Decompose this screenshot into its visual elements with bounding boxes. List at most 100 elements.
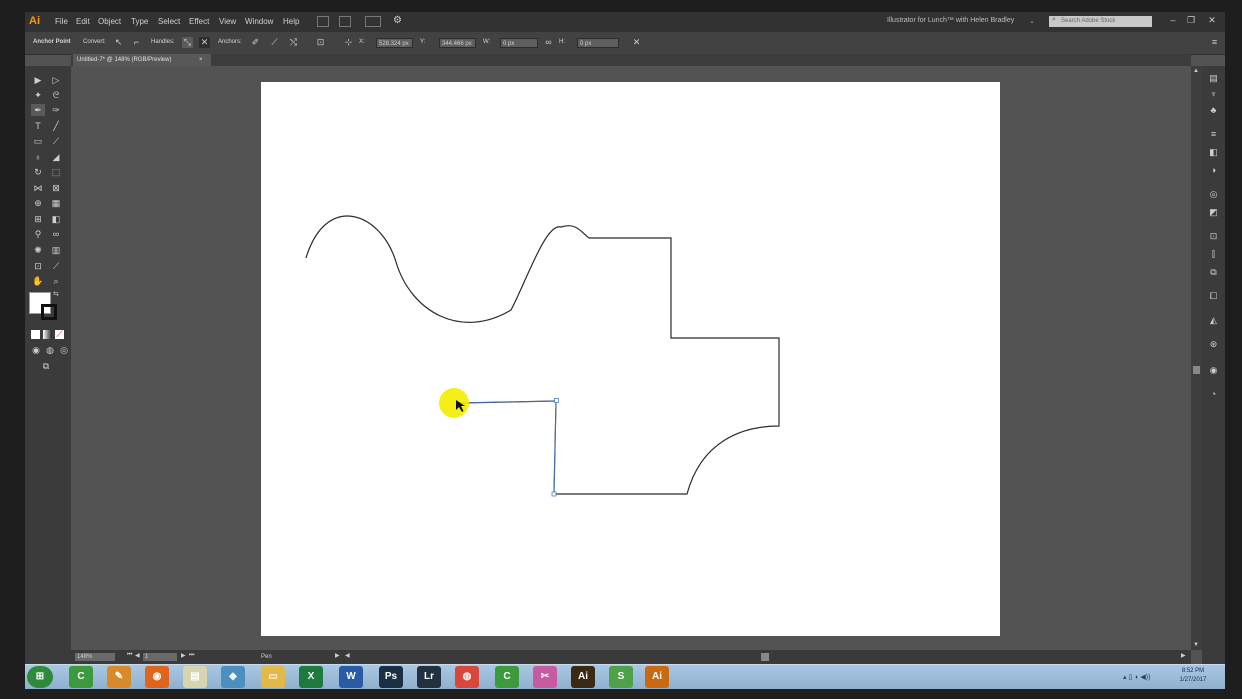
next-artboard-icon[interactable]: ▶ bbox=[181, 652, 186, 659]
hand-tool-icon[interactable]: ✋ bbox=[31, 275, 45, 287]
excel-icon[interactable]: X bbox=[299, 666, 323, 688]
lasso-tool-icon[interactable]: ᘓ bbox=[49, 89, 63, 101]
illustrator-icon[interactable]: Ai bbox=[645, 666, 669, 688]
column-graph-tool-icon[interactable]: ▥ bbox=[49, 244, 63, 256]
horizontal-scroll-thumb[interactable] bbox=[761, 653, 769, 661]
status-menu-icon[interactable]: ▶ bbox=[335, 652, 340, 659]
snipping-tool-icon[interactable]: ✂ bbox=[533, 666, 557, 688]
symbol-sprayer-tool-icon[interactable]: ✺ bbox=[31, 244, 45, 256]
system-clock[interactable]: 8:52 PM 1/27/2017 bbox=[1168, 667, 1218, 685]
first-artboard-icon[interactable]: ⏮ bbox=[127, 652, 132, 659]
free-transform-tool-icon[interactable]: ⊠ bbox=[49, 182, 63, 194]
drawn-path[interactable] bbox=[305, 215, 780, 495]
selection-tool-icon[interactable]: ▶ bbox=[31, 74, 45, 86]
close-button[interactable]: ✕ bbox=[1205, 15, 1219, 27]
menu-effect[interactable]: Effect bbox=[189, 17, 209, 26]
draw-inside-icon[interactable]: ◎ bbox=[57, 344, 71, 356]
bridge-icon[interactable] bbox=[317, 16, 329, 27]
curvature-tool-icon[interactable]: ✑ bbox=[49, 104, 63, 116]
width-field[interactable]: 0 px bbox=[500, 38, 538, 48]
asset-export-panel-icon[interactable]: ◭ bbox=[1207, 314, 1220, 326]
gradient-panel-icon[interactable]: ◧ bbox=[1207, 146, 1220, 158]
artboard-tool-icon[interactable]: ⊡ bbox=[31, 260, 45, 272]
direct-selection-tool-icon[interactable]: ▷ bbox=[49, 74, 63, 86]
last-artboard-icon[interactable]: ⏭ bbox=[189, 652, 194, 659]
anchor-point[interactable] bbox=[551, 491, 557, 497]
pen-tool-icon[interactable]: ✒ bbox=[31, 104, 45, 116]
type-tool-icon[interactable]: T bbox=[31, 120, 45, 132]
cut-path-icon[interactable]: ⤭ bbox=[288, 37, 299, 48]
graphic-styles-panel-icon[interactable]: ◩ bbox=[1207, 206, 1220, 218]
workspace-chevron-down-icon[interactable]: ⌄ bbox=[1029, 17, 1035, 25]
transform-options-icon[interactable]: ✕ bbox=[631, 37, 642, 48]
shape-builder-tool-icon[interactable]: ⊕ bbox=[31, 197, 45, 209]
symbols-panel-icon[interactable]: ♣ bbox=[1207, 104, 1220, 116]
pathfinder-panel-icon[interactable]: ⧉ bbox=[1207, 266, 1220, 278]
appearance-panel-icon[interactable]: ◎ bbox=[1207, 188, 1220, 200]
stroke-panel-icon[interactable]: ≡ bbox=[1207, 128, 1220, 140]
artboard[interactable] bbox=[261, 82, 1000, 636]
align-panel-icon[interactable]: ⫿ bbox=[1207, 248, 1220, 260]
arrange-documents-icon[interactable] bbox=[365, 16, 381, 27]
illustrator-icon[interactable]: Ai bbox=[571, 666, 595, 688]
menu-object[interactable]: Object bbox=[98, 17, 121, 26]
isolate-icon[interactable]: ⊡ bbox=[315, 37, 326, 48]
gradient-tool-icon[interactable]: ◧ bbox=[49, 213, 63, 225]
stock-icon[interactable] bbox=[339, 16, 351, 27]
convert-to-corner-icon[interactable]: ↖ bbox=[113, 37, 124, 48]
transparency-panel-icon[interactable]: ◑ bbox=[1207, 164, 1220, 176]
y-coordinate-field[interactable]: 344.466 px bbox=[439, 38, 476, 48]
gradient-mode-icon[interactable] bbox=[43, 330, 52, 339]
menu-type[interactable]: Type bbox=[131, 17, 148, 26]
menu-window[interactable]: Window bbox=[245, 17, 273, 26]
artboards-panel-icon[interactable]: ⧠ bbox=[1207, 290, 1220, 302]
paintbrush-tool-icon[interactable]: ⟋ bbox=[49, 135, 63, 147]
paint-icon[interactable]: ✎ bbox=[107, 666, 131, 688]
zoom-field[interactable]: 148% bbox=[75, 653, 115, 661]
eyedropper-tool-icon[interactable]: ⚲ bbox=[31, 228, 45, 240]
word-icon[interactable]: W bbox=[339, 666, 363, 688]
shaper-tool-icon[interactable]: ♁ bbox=[31, 151, 45, 163]
screen-mode-icon[interactable]: ⧉ bbox=[39, 360, 53, 372]
draw-normal-icon[interactable]: ◉ bbox=[29, 344, 43, 356]
width-tool-icon[interactable]: ⋈ bbox=[31, 182, 45, 194]
remove-anchor-icon[interactable]: ✐ bbox=[250, 37, 261, 48]
network-icon[interactable]: ◈ bbox=[221, 666, 245, 688]
zoom-tool-icon[interactable]: ⌕ bbox=[49, 275, 63, 287]
rotate-tool-icon[interactable]: ↻ bbox=[31, 166, 45, 178]
notepad-icon[interactable]: ▤ bbox=[183, 666, 207, 688]
lightroom-icon[interactable]: Lr bbox=[417, 666, 441, 688]
system-tray[interactable]: ▴ ▯ ◖ ◀)) bbox=[1123, 673, 1150, 681]
layers-panel-icon[interactable]: ▤ bbox=[1207, 72, 1220, 84]
mesh-tool-icon[interactable]: ⊞ bbox=[31, 213, 45, 225]
x-coordinate-field[interactable]: 528.324 px bbox=[376, 38, 413, 48]
line-segment-tool-icon[interactable]: ╱ bbox=[49, 120, 63, 132]
align-anchor-icon[interactable]: ⊹ bbox=[343, 37, 354, 48]
draw-behind-icon[interactable]: ◍ bbox=[43, 344, 57, 356]
scroll-left-icon[interactable]: ◀ bbox=[345, 652, 350, 659]
eraser-tool-icon[interactable]: ◢ bbox=[49, 151, 63, 163]
brushes-panel-icon[interactable]: ♆ bbox=[1207, 88, 1220, 100]
scroll-up-icon[interactable]: ▲ bbox=[1193, 68, 1199, 74]
previous-artboard-icon[interactable]: ◀ bbox=[135, 652, 140, 659]
firefox-icon[interactable]: ◉ bbox=[145, 666, 169, 688]
menu-view[interactable]: View bbox=[219, 17, 236, 26]
color-panel-icon[interactable]: ◉ bbox=[1207, 364, 1220, 376]
artboard-number-field[interactable]: 1 bbox=[143, 653, 177, 661]
gpu-performance-icon[interactable]: ⚙ bbox=[393, 15, 402, 26]
tab-close-icon[interactable]: × bbox=[199, 54, 203, 66]
minimize-button[interactable]: – bbox=[1166, 15, 1180, 27]
magic-wand-tool-icon[interactable]: ✦ bbox=[31, 89, 45, 101]
document-tab[interactable]: Untitled-7* @ 148% (RGB/Preview) × bbox=[73, 54, 211, 66]
search-stock-input[interactable]: Search Adobe Stock bbox=[1049, 16, 1152, 27]
menu-file[interactable]: File bbox=[55, 17, 68, 26]
blend-tool-icon[interactable]: ∞ bbox=[49, 228, 63, 240]
stroke-swatch[interactable] bbox=[41, 304, 57, 320]
menu-help[interactable]: Help bbox=[283, 17, 299, 26]
swap-fill-stroke-icon[interactable]: ⇆ bbox=[53, 290, 59, 298]
rectangle-tool-icon[interactable]: ▭ bbox=[31, 135, 45, 147]
scroll-down-icon[interactable]: ▼ bbox=[1193, 642, 1199, 648]
show-handles-icon[interactable]: ⤡ bbox=[182, 37, 193, 48]
connect-anchors-icon[interactable]: ⟋ bbox=[269, 37, 280, 48]
swatches-panel-icon[interactable]: ◔ bbox=[1207, 388, 1220, 400]
